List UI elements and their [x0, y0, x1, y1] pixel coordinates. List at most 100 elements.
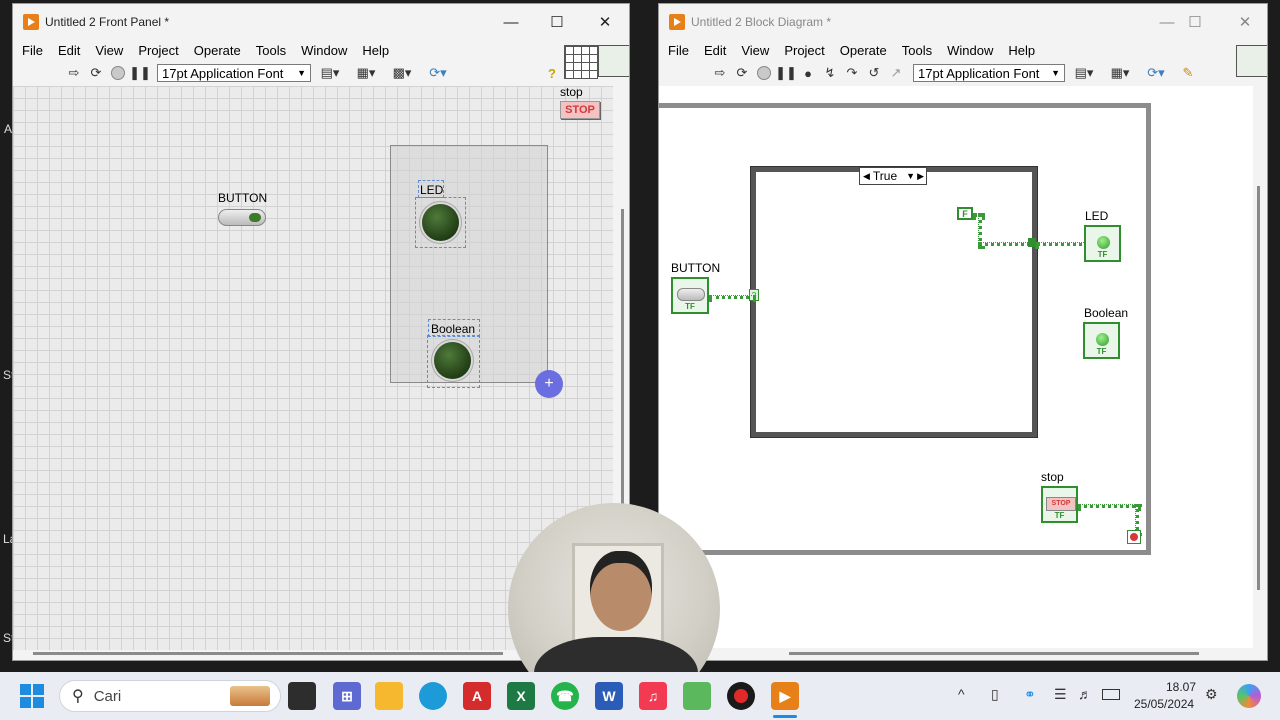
vi-icon[interactable]	[598, 45, 629, 77]
pause-icon[interactable]: ❚❚	[775, 64, 797, 82]
button-terminal[interactable]: TF	[671, 277, 709, 314]
menu-tools[interactable]: Tools	[256, 43, 286, 58]
maximize-button[interactable]: ☐	[1175, 10, 1215, 34]
vi-icon[interactable]	[1236, 45, 1267, 77]
menu-project[interactable]: Project	[138, 43, 178, 58]
edge-letter-3: La	[3, 532, 12, 546]
increment-arrow-icon[interactable]: ▶	[917, 171, 924, 182]
resize-icon[interactable]: ▩▾	[389, 64, 415, 82]
case-selector[interactable]: ◀ True ▼ ▶	[859, 167, 927, 185]
menu-project[interactable]: Project	[784, 43, 824, 58]
close-button[interactable]: ✕	[585, 10, 625, 34]
pause-icon[interactable]: ❚❚	[129, 64, 151, 82]
case-structure[interactable]	[750, 166, 1038, 438]
labview-taskbar-icon[interactable]: ▶	[771, 682, 799, 710]
chevron-up-icon[interactable]: ^	[958, 686, 965, 702]
boolean-indicator[interactable]	[434, 342, 471, 379]
retain-wire-values-icon[interactable]: ↯	[821, 64, 839, 82]
block-diagram-titlebar[interactable]: Untitled 2 Block Diagram * — ☐ ✕	[659, 4, 1267, 40]
menu-file[interactable]: File	[668, 43, 689, 58]
vertical-scrollbar[interactable]	[1257, 186, 1260, 590]
menu-operate[interactable]: Operate	[840, 43, 887, 58]
usb-icon[interactable]: ▯	[991, 686, 999, 703]
connector-pane-icon[interactable]	[564, 45, 598, 79]
distribute-icon[interactable]: ▦▾	[1107, 64, 1133, 82]
calculator-icon[interactable]: ⊞	[333, 682, 361, 710]
loop-condition-terminal[interactable]	[1127, 530, 1141, 544]
microphone-icon[interactable]: ⚭	[1024, 686, 1036, 703]
menu-window[interactable]: Window	[947, 43, 993, 58]
font-select[interactable]: 17pt Application Font ▼	[913, 64, 1065, 82]
wifi-icon[interactable]: ☰	[1054, 686, 1067, 703]
notification-icon[interactable]: ⚙	[1205, 686, 1218, 703]
align-icon[interactable]: ▤▾	[317, 64, 343, 82]
start-button[interactable]	[20, 684, 44, 708]
align-icon[interactable]: ▤▾	[1071, 64, 1097, 82]
webcam-person-head	[590, 551, 652, 631]
menu-file[interactable]: File	[22, 43, 43, 58]
clock-time[interactable]: 18.07	[1166, 680, 1196, 694]
whatsapp-icon[interactable]: ☎	[551, 682, 579, 710]
stop-button[interactable]: STOP	[560, 101, 600, 119]
vertical-scrollbar[interactable]	[621, 209, 624, 509]
button-terminal-icon	[677, 288, 705, 301]
excel-icon[interactable]: X	[507, 682, 535, 710]
menu-view[interactable]: View	[95, 43, 123, 58]
music-icon[interactable]: ♫	[639, 682, 667, 710]
close-button[interactable]: ✕	[1225, 10, 1265, 34]
clean-up-diagram-icon[interactable]: ✎	[1179, 64, 1197, 82]
record-icon[interactable]	[727, 682, 755, 710]
menu-edit[interactable]: Edit	[58, 43, 80, 58]
output-tunnel[interactable]	[1028, 238, 1036, 247]
font-select[interactable]: 17pt Application Font ▼	[157, 64, 311, 82]
led-terminal[interactable]: TF	[1084, 225, 1121, 262]
decrement-arrow-icon[interactable]: ◀	[863, 171, 870, 182]
minimize-button[interactable]: —	[491, 10, 531, 34]
step-over-icon[interactable]: ↺	[865, 64, 883, 82]
menu-help[interactable]: Help	[362, 43, 389, 58]
abort-icon[interactable]	[755, 64, 773, 82]
search-box[interactable]: ⚲ Cari	[59, 680, 281, 712]
clock-date[interactable]: 25/05/2024	[1134, 697, 1194, 711]
acrobat-icon[interactable]: A	[463, 682, 491, 710]
help-icon[interactable]: ?	[543, 64, 561, 82]
front-panel-titlebar[interactable]: Untitled 2 Front Panel * — ☐ ✕	[13, 4, 629, 40]
reorder-icon[interactable]: ⟳▾	[1143, 64, 1169, 82]
run-arrow-icon[interactable]: ⇨	[711, 64, 729, 82]
android-icon[interactable]	[683, 682, 711, 710]
boolean-terminal[interactable]: TF	[1083, 322, 1120, 359]
word-icon[interactable]: W	[595, 682, 623, 710]
false-constant[interactable]: F	[957, 207, 973, 220]
menu-tools[interactable]: Tools	[902, 43, 932, 58]
led-label: LED	[420, 183, 444, 197]
run-continuous-icon[interactable]: ⟳	[733, 64, 751, 82]
menu-operate[interactable]: Operate	[194, 43, 241, 58]
front-panel-title: Untitled 2 Front Panel *	[45, 15, 170, 29]
battery-icon[interactable]	[1102, 689, 1120, 700]
abort-icon[interactable]	[109, 64, 127, 82]
boolean-button[interactable]	[218, 209, 266, 226]
horizontal-scrollbar[interactable]	[789, 652, 1199, 655]
folder-icon[interactable]	[375, 682, 403, 710]
stop-terminal[interactable]: STOP TF	[1041, 486, 1078, 523]
menu-view[interactable]: View	[741, 43, 769, 58]
reorder-icon[interactable]: ⟳▾	[425, 64, 451, 82]
step-out-icon[interactable]: ↗	[887, 64, 905, 82]
menu-edit[interactable]: Edit	[704, 43, 726, 58]
distribute-icon[interactable]: ▦▾	[353, 64, 379, 82]
highlight-execution-icon[interactable]: ●	[799, 64, 817, 82]
menu-window[interactable]: Window	[301, 43, 347, 58]
task-view-icon[interactable]	[288, 682, 316, 710]
menu-help[interactable]: Help	[1008, 43, 1035, 58]
run-continuous-icon[interactable]: ⟳	[87, 64, 105, 82]
led-indicator[interactable]	[422, 204, 459, 241]
step-into-icon[interactable]: ↷	[843, 64, 861, 82]
copilot-icon[interactable]	[1237, 684, 1261, 708]
search-placeholder: Cari	[93, 687, 122, 705]
edge-icon[interactable]	[419, 682, 447, 710]
run-arrow-icon[interactable]: ⇨	[65, 64, 83, 82]
maximize-button[interactable]: ☐	[537, 10, 577, 34]
dropdown-arrow-icon[interactable]: ▼	[906, 171, 915, 181]
speaker-icon[interactable]: ♬	[1078, 686, 1092, 702]
horizontal-scrollbar[interactable]	[33, 652, 503, 655]
